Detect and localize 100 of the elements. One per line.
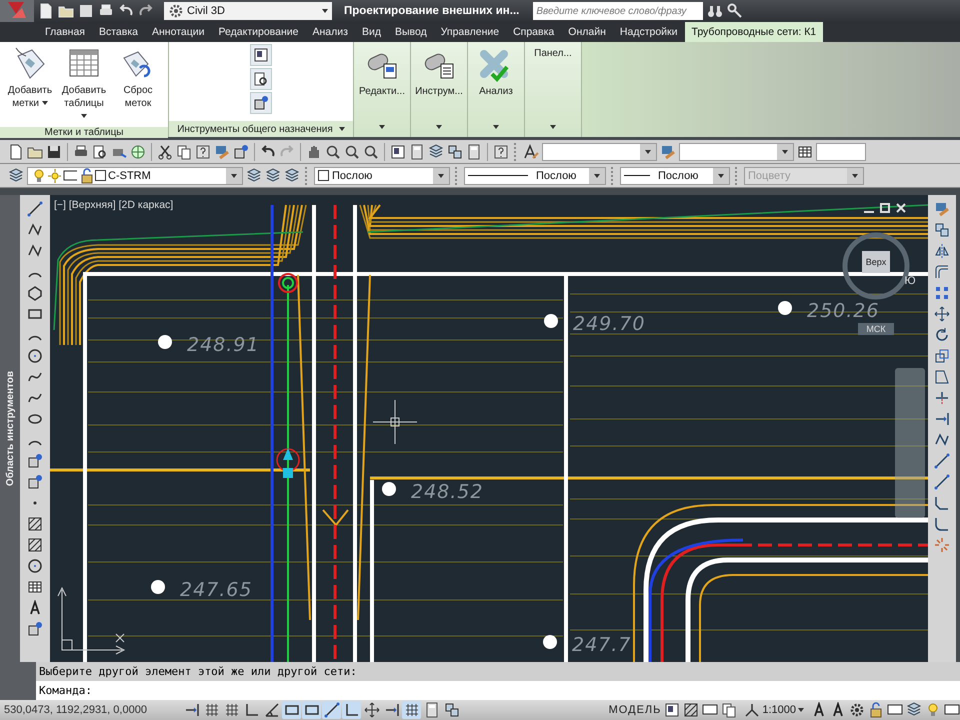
help-icon[interactable] — [493, 144, 509, 160]
extend-icon[interactable] — [934, 411, 950, 427]
polyline-icon[interactable] — [27, 243, 43, 259]
ribbon-tab[interactable]: Вставка — [92, 22, 145, 42]
layer-previous-icon[interactable] — [265, 168, 281, 184]
compass-letter: Ю — [904, 275, 916, 287]
ribbon-tab[interactable]: Справка — [506, 22, 562, 42]
ribbon-tab[interactable]: Аннотации — [145, 22, 212, 42]
restore-icon[interactable] — [878, 201, 892, 215]
lineweight-dropdown[interactable]: Послою — [620, 166, 730, 184]
panel-title[interactable]: Инструменты общего назначения — [169, 121, 353, 137]
collapsed-panel-button[interactable]: Редакти... — [354, 42, 411, 137]
model-tab-icon[interactable] — [664, 702, 680, 718]
annotation-scale-dropdown[interactable]: 1:1000 — [744, 702, 804, 718]
polygon-icon[interactable] — [27, 285, 43, 301]
layer-state-icon[interactable] — [284, 168, 300, 184]
table-icon[interactable] — [27, 579, 43, 595]
save-icon[interactable] — [46, 144, 62, 160]
line-icon[interactable] — [27, 201, 43, 217]
ribbon-tab[interactable]: Онлайн — [561, 22, 613, 42]
ribbon-tab[interactable]: Управление — [434, 22, 506, 42]
ribbon-button[interactable]: Сброс меток — [114, 46, 162, 123]
hatch-icon[interactable] — [27, 516, 43, 532]
insert-object-icon[interactable] — [253, 95, 269, 111]
calculator-icon[interactable] — [466, 144, 482, 160]
gear-icon — [168, 3, 184, 19]
tool-palette-strip[interactable]: Область инструментов — [0, 195, 20, 662]
command-input[interactable]: Команда: — [36, 681, 960, 700]
copy-objects-icon[interactable] — [934, 222, 950, 238]
panel-title[interactable]: Метки и таблицы — [0, 127, 168, 138]
zoom-document-icon[interactable] — [253, 71, 269, 87]
coordinates-readout: 530,0473, 1192,2931, 0,0000 — [4, 704, 148, 716]
drafting-toggle[interactable] — [362, 701, 381, 719]
insert-block-icon[interactable] — [27, 453, 43, 469]
zoom-previous-icon[interactable] — [363, 144, 379, 160]
mirror-icon[interactable] — [934, 243, 950, 259]
ribbon-tab[interactable]: Вид — [354, 22, 388, 42]
properties-icon[interactable] — [390, 144, 406, 160]
workspace-dropdown[interactable]: Civil 3D — [164, 2, 332, 20]
ribbon-button[interactable]: Добавить таблицы — [60, 46, 108, 123]
close-icon[interactable] — [894, 201, 908, 215]
text-style-icon[interactable] — [523, 144, 539, 160]
new-file-icon[interactable] — [38, 3, 54, 19]
binoculars-icon[interactable] — [707, 3, 724, 19]
layer-properties-icon[interactable] — [8, 168, 24, 184]
drafting-toggle[interactable] — [402, 701, 421, 719]
block-editor-icon[interactable] — [233, 144, 249, 160]
ribbon-tab[interactable]: Трубопроводные сети: К1 — [684, 22, 824, 42]
make-block-icon[interactable] — [27, 474, 43, 490]
drafting-toggle[interactable] — [302, 701, 321, 719]
drafting-toggle[interactable] — [282, 701, 301, 719]
ribbon-tab[interactable]: Анализ — [306, 22, 355, 42]
collapsed-panel-button[interactable]: Анализ — [468, 42, 525, 137]
ucs-menu-button[interactable]: МСК — [858, 323, 894, 335]
make-current-icon[interactable] — [246, 168, 262, 184]
crosshair-cursor — [372, 400, 418, 444]
globe-icon[interactable] — [130, 144, 146, 160]
chamfer-icon[interactable] — [934, 495, 950, 511]
collapsed-panel-button[interactable]: Инструм... — [411, 42, 468, 137]
help-icon[interactable] — [195, 144, 211, 160]
elevation-point — [382, 482, 396, 496]
viewcube-face[interactable]: Верх — [862, 251, 890, 273]
undo-icon[interactable] — [260, 144, 276, 160]
quick-view-drawings-icon[interactable] — [721, 702, 738, 718]
ribbon-tab[interactable]: Надстройки — [612, 22, 685, 42]
table-style-icon[interactable] — [797, 144, 813, 160]
trim-icon[interactable] — [934, 390, 950, 406]
workspace-gear-icon[interactable] — [849, 702, 865, 718]
model-space-button[interactable]: МОДЕЛЬ — [608, 704, 662, 716]
elevation-label: 247.7 — [572, 634, 632, 656]
new-file-icon[interactable] — [8, 144, 24, 160]
drafting-toggle[interactable] — [342, 701, 361, 719]
cut-icon[interactable] — [157, 144, 173, 160]
rotate-icon[interactable] — [934, 327, 950, 343]
linetype-dropdown[interactable]: Послою — [464, 166, 606, 184]
navigation-bar[interactable] — [895, 368, 925, 518]
explode-icon[interactable] — [934, 537, 950, 553]
move-icon[interactable] — [934, 306, 950, 322]
ribbon-button[interactable]: Добавить метки — [6, 46, 54, 123]
ribbon-tab[interactable]: Редактирование — [212, 22, 306, 42]
copy-icon[interactable] — [176, 144, 192, 160]
circle-icon[interactable] — [27, 348, 43, 364]
zoom-realtime-icon[interactable] — [325, 144, 341, 160]
zoom-window-icon[interactable] — [344, 144, 360, 160]
search-field[interactable]: Введите ключевое слово/фразу — [533, 2, 704, 20]
ribbon-tab[interactable]: Главная — [38, 22, 92, 42]
ribbon-tab[interactable]: Вывод — [388, 22, 434, 42]
viewport-controls[interactable]: [−] [Верхняя] [2D каркас] — [54, 199, 174, 211]
scale-icon[interactable] — [934, 348, 950, 364]
print-preview-icon[interactable] — [92, 144, 108, 160]
array-icon[interactable] — [934, 285, 950, 301]
stretch-icon[interactable] — [934, 369, 950, 385]
properties-icon[interactable] — [253, 47, 269, 63]
fillet-icon[interactable] — [934, 516, 950, 532]
save-icon[interactable] — [78, 3, 94, 19]
drafting-toggle[interactable] — [322, 701, 341, 719]
toolbar-lock-icon[interactable] — [868, 702, 884, 718]
offset-icon[interactable] — [934, 264, 950, 280]
color-dropdown[interactable]: Послою — [314, 166, 450, 184]
layer-dropdown[interactable]: C-STRM — [27, 166, 243, 184]
